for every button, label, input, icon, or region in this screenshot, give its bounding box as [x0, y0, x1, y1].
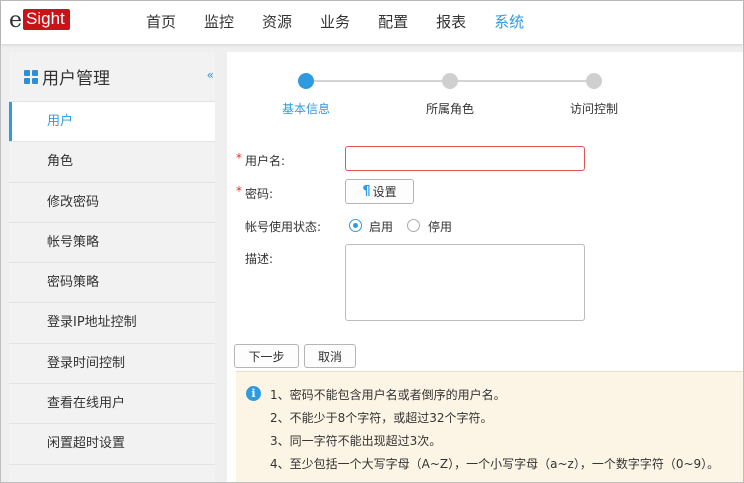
step-dot-basic-info[interactable] [298, 73, 314, 89]
sidebar-item-login-time-control[interactable]: 登录时间控制 [9, 344, 215, 385]
main-content: 基本信息 所属角色 访问控制 * 用户名: * 密码: ¶ 设置 帐号使用状态:… [227, 52, 743, 482]
password-label: 密码: [245, 187, 274, 201]
required-mark: * [236, 151, 242, 165]
sidebar: 用户管理 « 用户 角色 修改密码 帐号策略 密码策略 登录IP地址控制 登录时… [9, 52, 215, 482]
sidebar-item-password-policy[interactable]: 密码策略 [9, 263, 215, 304]
username-label: 用户名: [245, 154, 286, 168]
sidebar-item-idle-timeout[interactable]: 闲置超时设置 [9, 424, 215, 465]
cancel-button[interactable]: 取消 [304, 344, 356, 368]
step-label-basic-info[interactable]: 基本信息 [282, 100, 330, 117]
nav-config[interactable]: 配置 [378, 1, 408, 44]
esight-logo: e Sight [9, 9, 70, 33]
main-nav: 首页 监控 资源 业务 配置 报表 系统 [146, 1, 552, 44]
nav-resources[interactable]: 资源 [262, 1, 292, 44]
sidebar-item-account-policy[interactable]: 帐号策略 [9, 223, 215, 264]
step-dot-roles[interactable] [442, 73, 458, 89]
disable-radio[interactable] [407, 219, 420, 232]
step-label-access-control[interactable]: 访问控制 [570, 100, 618, 117]
grid-icon [24, 69, 38, 84]
tip-item: 4、至少包括一个大写字母（A~Z），一个小写字母（a~z），一个数字字符（0~9… [270, 457, 720, 471]
disable-label: 停用 [428, 220, 453, 234]
username-input[interactable] [345, 146, 585, 171]
tip-item: 3、同一字符不能出现超过3次。 [270, 434, 442, 448]
key-icon: ¶ [362, 184, 371, 199]
password-tips-panel: i 1、密码不能包含用户名或者倒序的用户名。 2、不能少于8个字符，或超过32个… [236, 371, 743, 482]
nav-home[interactable]: 首页 [146, 1, 176, 44]
sidebar-item-online-users[interactable]: 查看在线用户 [9, 384, 215, 425]
step-label-roles[interactable]: 所属角色 [426, 100, 474, 117]
nav-system[interactable]: 系统 [494, 1, 524, 44]
set-password-button[interactable]: ¶ 设置 [345, 179, 414, 204]
top-navigation-bar: e Sight 首页 监控 资源 业务 配置 报表 系统 [1, 1, 743, 44]
collapse-sidebar-icon[interactable]: « [207, 68, 215, 82]
sidebar-item-change-password[interactable]: 修改密码 [9, 183, 215, 223]
enable-radio[interactable] [349, 219, 362, 232]
sidebar-title: 用户管理 [42, 69, 110, 89]
set-password-label: 设置 [372, 185, 397, 199]
enable-label: 启用 [369, 220, 394, 234]
logo-sight: Sight [23, 9, 70, 30]
sidebar-item-login-ip-control[interactable]: 登录IP地址控制 [9, 303, 215, 344]
sidebar-header: 用户管理 « [9, 52, 215, 102]
logo-e: e [9, 8, 23, 33]
required-mark: * [236, 184, 242, 198]
step-dot-access-control[interactable] [586, 73, 602, 89]
nav-reports[interactable]: 报表 [436, 1, 466, 44]
info-icon: i [246, 386, 261, 401]
tip-item: 2、不能少于8个字符，或超过32个字符。 [270, 411, 493, 425]
next-step-button[interactable]: 下一步 [234, 344, 299, 368]
tip-item: 1、密码不能包含用户名或者倒序的用户名。 [270, 388, 506, 402]
nav-business[interactable]: 业务 [320, 1, 350, 44]
description-textarea[interactable] [345, 244, 585, 321]
sidebar-item-users[interactable]: 用户 [9, 102, 215, 143]
sidebar-item-roles[interactable]: 角色 [9, 142, 215, 183]
description-label: 描述: [245, 252, 274, 266]
nav-monitor[interactable]: 监控 [204, 1, 234, 44]
account-status-label: 帐号使用状态: [245, 220, 322, 234]
